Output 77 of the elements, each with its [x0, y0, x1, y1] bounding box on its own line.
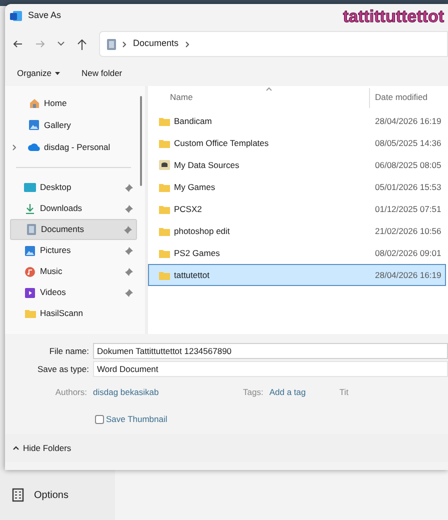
pin-icon[interactable]: [125, 204, 133, 212]
database-icon: [159, 160, 170, 170]
scrollbar[interactable]: [140, 96, 142, 186]
checkbox[interactable]: [95, 414, 104, 424]
property-label: Authors:: [54, 386, 88, 398]
overlay-caption: tattittuttettot: [342, 6, 444, 28]
breadcrumb-item[interactable]: Documents: [133, 37, 179, 51]
pin-icon[interactable]: [125, 184, 133, 192]
sidebar-item[interactable]: Home: [44, 96, 67, 110]
sidebar-item[interactable]: Desktop: [10, 177, 137, 198]
up-arrow-icon[interactable]: [77, 38, 87, 50]
back-arrow-icon[interactable]: [13, 39, 23, 49]
document-icon: [107, 38, 116, 50]
property-value[interactable]: disdag bekasikab: [93, 386, 243, 398]
property-label: Tags:: [243, 386, 264, 398]
house-icon: [28, 98, 40, 108]
pin-icon[interactable]: [125, 288, 133, 296]
hide-folders-button[interactable]: Hide Folders: [13, 442, 72, 454]
file-row[interactable]: My Data Sources 06/08/2025 08:05: [148, 154, 446, 176]
checkbox-label[interactable]: Save Thumbnail: [106, 412, 168, 426]
options-link[interactable]: Options: [34, 488, 68, 502]
sidebar-item[interactable]: Documents: [10, 219, 137, 240]
folder-icon: [159, 204, 170, 214]
dropdown-caret-icon: [54, 72, 60, 74]
sidebar-item[interactable]: disdag - Personal: [44, 140, 110, 154]
options-icon: [12, 488, 24, 502]
folder-icon: [159, 248, 170, 258]
download-icon: [25, 204, 35, 214]
window-title: Save As: [28, 9, 62, 22]
folder-icon: [159, 116, 170, 126]
pin-icon[interactable]: [125, 268, 133, 276]
caret-up-icon: [13, 446, 19, 450]
field-label: Save as type:: [36, 362, 90, 376]
document-icon: [26, 224, 36, 235]
folder-icon: [159, 226, 170, 236]
app-icon: [10, 10, 22, 22]
new-folder-button[interactable]: New folder: [82, 66, 122, 80]
folder-icon: [159, 270, 170, 280]
file-name-field[interactable]: Dokumen Tattittuttettot 1234567890: [93, 343, 448, 359]
save-as-type-dropdown[interactable]: Word Document: [93, 361, 448, 377]
file-row[interactable]: Custom Office Templates 08/05/2025 14:36: [148, 132, 446, 154]
folder-icon: [159, 138, 170, 148]
column-header[interactable]: Date modified: [370, 91, 428, 108]
property-label: Tit: [339, 386, 350, 398]
expand-chevron-icon[interactable]: [12, 144, 17, 150]
chevron-right-icon: [184, 40, 190, 48]
pin-icon[interactable]: [124, 226, 132, 234]
organize-button[interactable]: Organize: [17, 66, 60, 80]
file-row[interactable]: photoshop edit 21/02/2026 10:56: [148, 220, 446, 242]
sidebar-item[interactable]: HasilScann: [10, 303, 137, 324]
sidebar-item[interactable]: Videos: [10, 282, 137, 303]
file-row[interactable]: PCSX2 01/12/2025 07:51: [148, 198, 446, 220]
image-icon: [29, 120, 39, 130]
field-label: File name:: [48, 344, 90, 358]
file-row[interactable]: PS2 Games 08/02/2026 09:01: [148, 242, 446, 264]
video-icon: [25, 288, 35, 298]
folder-icon: [159, 182, 170, 192]
chevron-right-icon: [122, 40, 127, 48]
sidebar-item[interactable]: Music: [10, 261, 137, 282]
monitor-icon: [24, 183, 36, 192]
column-header[interactable]: Name: [148, 91, 369, 108]
pin-icon[interactable]: [125, 246, 133, 254]
address-bar[interactable]: Documents: [99, 31, 448, 57]
chevron-down-icon[interactable]: [57, 41, 65, 47]
folder-icon: [24, 309, 36, 318]
file-row[interactable]: tattutettot 28/04/2026 16:19: [148, 264, 446, 286]
file-row[interactable]: My Games 05/01/2026 15:53: [148, 176, 446, 198]
forward-arrow-icon[interactable]: [35, 39, 45, 49]
file-row[interactable]: Bandicam 28/04/2026 16:19: [148, 110, 446, 132]
sidebar-item[interactable]: Gallery: [44, 118, 71, 132]
sidebar-item[interactable]: Pictures: [10, 240, 137, 261]
cloud-icon: [28, 143, 40, 151]
sidebar-item[interactable]: Downloads: [10, 198, 137, 219]
property-value[interactable]: Add a tag: [269, 386, 340, 398]
image-icon: [25, 246, 35, 256]
music-note-icon: [25, 266, 35, 276]
sort-caret-icon: [266, 87, 272, 91]
